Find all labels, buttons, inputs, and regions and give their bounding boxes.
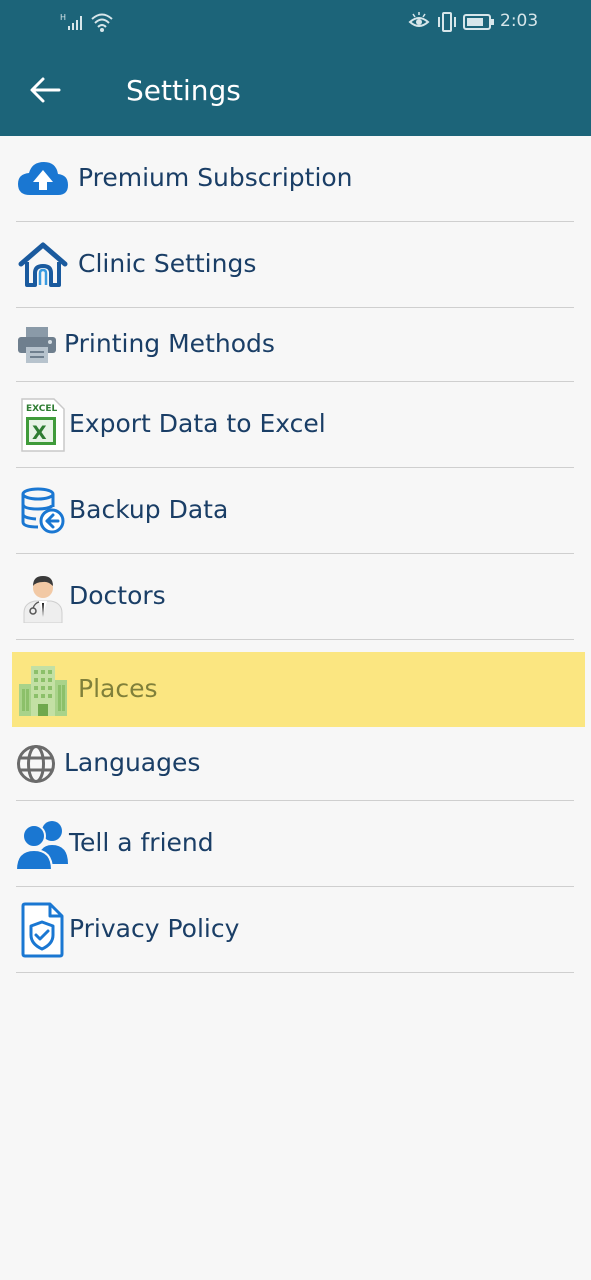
menu-item-label: Privacy Policy [69,914,240,944]
page-title: Settings [126,74,241,107]
svg-text:H: H [60,13,66,22]
menu-item-places[interactable]: Places [12,652,585,727]
app-bar: H 2:03 Settings [0,0,591,136]
menu-item-label: Export Data to Excel [69,409,326,439]
menu-item-clinic-settings[interactable]: Clinic Settings [16,222,574,308]
database-backup-icon [21,487,65,534]
divider [16,972,574,973]
svg-text:X: X [32,422,47,444]
arrow-left-icon [30,77,61,103]
menu-item-label: Clinic Settings [78,249,257,279]
menu-item-backup-data[interactable]: Backup Data [16,468,574,554]
menu-item-label: Languages [64,748,201,778]
doctor-icon [23,576,63,623]
divider [16,639,574,640]
battery-icon [463,14,494,30]
back-button[interactable] [26,72,66,112]
menu-item-privacy-policy[interactable]: Privacy Policy [16,887,574,973]
menu-item-doctors[interactable]: Doctors [16,554,574,640]
menu-item-languages[interactable]: Languages [16,727,574,801]
globe-icon [17,745,55,783]
shield-document-icon [21,902,64,958]
menu-item-premium-subscription[interactable]: Premium Subscription [16,136,574,222]
wifi-icon [91,13,113,32]
eye-comfort-icon [408,12,430,27]
menu-item-label: Printing Methods [64,329,275,359]
printer-icon [18,327,56,363]
menu-item-label: Places [78,673,158,703]
signal-icon: H [60,13,82,30]
excel-icon: EXCEL X [21,398,65,452]
menu-item-label: Backup Data [69,495,229,525]
menu-item-printing-methods[interactable]: Printing Methods [16,308,574,382]
menu-item-label: Tell a friend [69,828,214,858]
menu-item-export-data-to-excel[interactable]: EXCEL X Export Data to Excel [16,382,574,468]
status-bar: H 2:03 [0,0,591,46]
menu-item-label: Premium Subscription [78,163,353,193]
menu-item-tell-a-friend[interactable]: Tell a friend [16,801,574,887]
vibrate-icon [438,12,456,32]
home-icon [18,242,68,287]
status-time: 2:03 [500,11,539,31]
svg-text:EXCEL: EXCEL [26,404,58,414]
menu-item-label: Doctors [69,581,166,611]
cloud-upload-icon [18,162,68,195]
users-icon [16,821,68,870]
building-icon [19,665,67,716]
